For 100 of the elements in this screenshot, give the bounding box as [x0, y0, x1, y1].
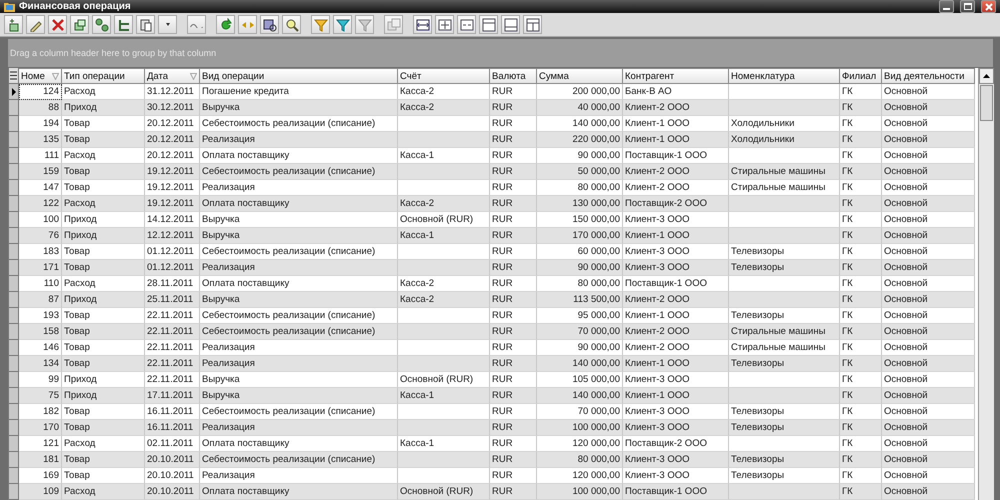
- table-cell: Расход: [62, 84, 145, 100]
- toolbar-button[interactable]: [282, 15, 301, 34]
- toolbar-button[interactable]: [70, 15, 89, 34]
- table-cell: 182: [19, 404, 62, 420]
- column-header[interactable]: Тип операции: [62, 68, 145, 84]
- table-cell: 150 000,00: [537, 212, 623, 228]
- table-cell: 20.10.2011: [145, 468, 200, 484]
- table-cell: Касса-2: [398, 196, 490, 212]
- table-cell: 22.11.2011: [145, 340, 200, 356]
- table-cell: Основной: [882, 484, 975, 500]
- close-button[interactable]: [981, 0, 996, 13]
- column-chooser-button[interactable]: [8, 68, 19, 84]
- table-cell: RUR: [490, 388, 537, 404]
- table-cell: 111: [19, 148, 62, 164]
- toolbar-button[interactable]: [479, 15, 498, 34]
- table-cell: 147: [19, 180, 62, 196]
- copy-icon: [386, 18, 400, 32]
- toolbar-button[interactable]: [413, 15, 432, 34]
- table-cell: Основной: [882, 84, 975, 100]
- column-header[interactable]: Сумма: [537, 68, 623, 84]
- toolbar-button[interactable]: [48, 15, 67, 34]
- fit-columns-icon: [416, 18, 430, 32]
- table-cell: Основной: [882, 244, 975, 260]
- table-cell: ГК: [840, 180, 882, 196]
- table-cell: Реализация: [200, 420, 398, 436]
- column-header[interactable]: Филиал: [840, 68, 882, 84]
- toolbar-button[interactable]: [457, 15, 476, 34]
- toolbar-button[interactable]: [4, 15, 23, 34]
- maximize-button[interactable]: [960, 0, 975, 13]
- table-cell: Реализация: [200, 356, 398, 372]
- layout-split-icon: [526, 18, 540, 32]
- column-header[interactable]: Счёт: [398, 68, 490, 84]
- toolbar-button[interactable]: [92, 15, 111, 34]
- table-cell: 158: [19, 324, 62, 340]
- clipboard-icon: [138, 18, 152, 32]
- toolbar-button[interactable]: [26, 15, 45, 34]
- table-cell: 60 000,00: [537, 244, 623, 260]
- column-header[interactable]: Контрагент: [623, 68, 729, 84]
- table-cell: Погашение кредита: [200, 84, 398, 100]
- table-cell: 16.11.2011: [145, 420, 200, 436]
- table-cell: Основной: [882, 436, 975, 452]
- table-cell: Основной: [882, 324, 975, 340]
- table-cell: 100 000,00: [537, 420, 623, 436]
- table-cell: Выручка: [200, 100, 398, 116]
- dash-columns-icon: [460, 18, 474, 32]
- filter-icon[interactable]: [190, 72, 197, 80]
- table-cell: Телевизоры: [729, 420, 840, 436]
- table-cell: Товар: [62, 244, 145, 260]
- table-cell: Расход: [62, 484, 145, 500]
- table-cell: 200 000,00: [537, 84, 623, 100]
- table-cell: RUR: [490, 484, 537, 500]
- fit-rows-icon: [438, 18, 452, 32]
- table-cell: Поставщик-1 ООО: [623, 276, 729, 292]
- column-header[interactable]: Валюта: [490, 68, 537, 84]
- table-cell: 01.12.2011: [145, 244, 200, 260]
- table-cell: 20.10.2011: [145, 484, 200, 500]
- column-header[interactable]: Номенклатура: [729, 68, 840, 84]
- table-cell: 01.12.2011: [145, 260, 200, 276]
- toolbar-button[interactable]: [523, 15, 542, 34]
- table-cell: RUR: [490, 180, 537, 196]
- table-cell: Выручка: [200, 212, 398, 228]
- column-header[interactable]: Вид деятельности: [882, 68, 975, 84]
- column-header[interactable]: Номе: [19, 68, 62, 84]
- table-cell: 95 000,00: [537, 308, 623, 324]
- table-cell: Поставщик-2 ООО: [623, 196, 729, 212]
- table-cell: Касса-2: [398, 292, 490, 308]
- table-cell: 135: [19, 132, 62, 148]
- column-header-label: Тип операции: [64, 70, 125, 82]
- table-cell: 31.12.2011: [145, 84, 200, 100]
- scroll-thumb[interactable]: [980, 85, 993, 121]
- filter-icon[interactable]: [52, 72, 59, 80]
- toolbar-button[interactable]: [435, 15, 454, 34]
- table-cell: Касса-2: [398, 100, 490, 116]
- table-cell: 90 000,00: [537, 260, 623, 276]
- toolbar-button[interactable]: [216, 15, 235, 34]
- table-cell: Товар: [62, 116, 145, 132]
- table-cell: Выручка: [200, 388, 398, 404]
- row-indicator[interactable]: [8, 84, 19, 100]
- column-header-label: Вид операции: [202, 70, 264, 82]
- table-cell: 20.12.2011: [145, 116, 200, 132]
- vertical-scrollbar[interactable]: [978, 68, 994, 500]
- toolbar-button[interactable]: [501, 15, 520, 34]
- table-cell: Товар: [62, 340, 145, 356]
- scroll-up-button[interactable]: [979, 68, 994, 84]
- toolbar-button[interactable]: [136, 15, 155, 34]
- table-cell: 181: [19, 452, 62, 468]
- table-cell: ГК: [840, 196, 882, 212]
- table-cell: Основной: [882, 372, 975, 388]
- table-cell: Реализация: [200, 468, 398, 484]
- table-cell: ГК: [840, 212, 882, 228]
- column-header-label: Номенклатура: [731, 70, 795, 82]
- toolbar-button[interactable]: [260, 15, 279, 34]
- table-cell: 12.12.2011: [145, 228, 200, 244]
- table-cell: Основной: [882, 196, 975, 212]
- minimize-button[interactable]: [939, 0, 954, 13]
- table-cell: 80 000,00: [537, 276, 623, 292]
- toolbar-button[interactable]: [114, 15, 133, 34]
- table-cell: 28.11.2011: [145, 276, 200, 292]
- column-header[interactable]: Дата: [145, 68, 200, 84]
- column-header[interactable]: Вид операции: [200, 68, 398, 84]
